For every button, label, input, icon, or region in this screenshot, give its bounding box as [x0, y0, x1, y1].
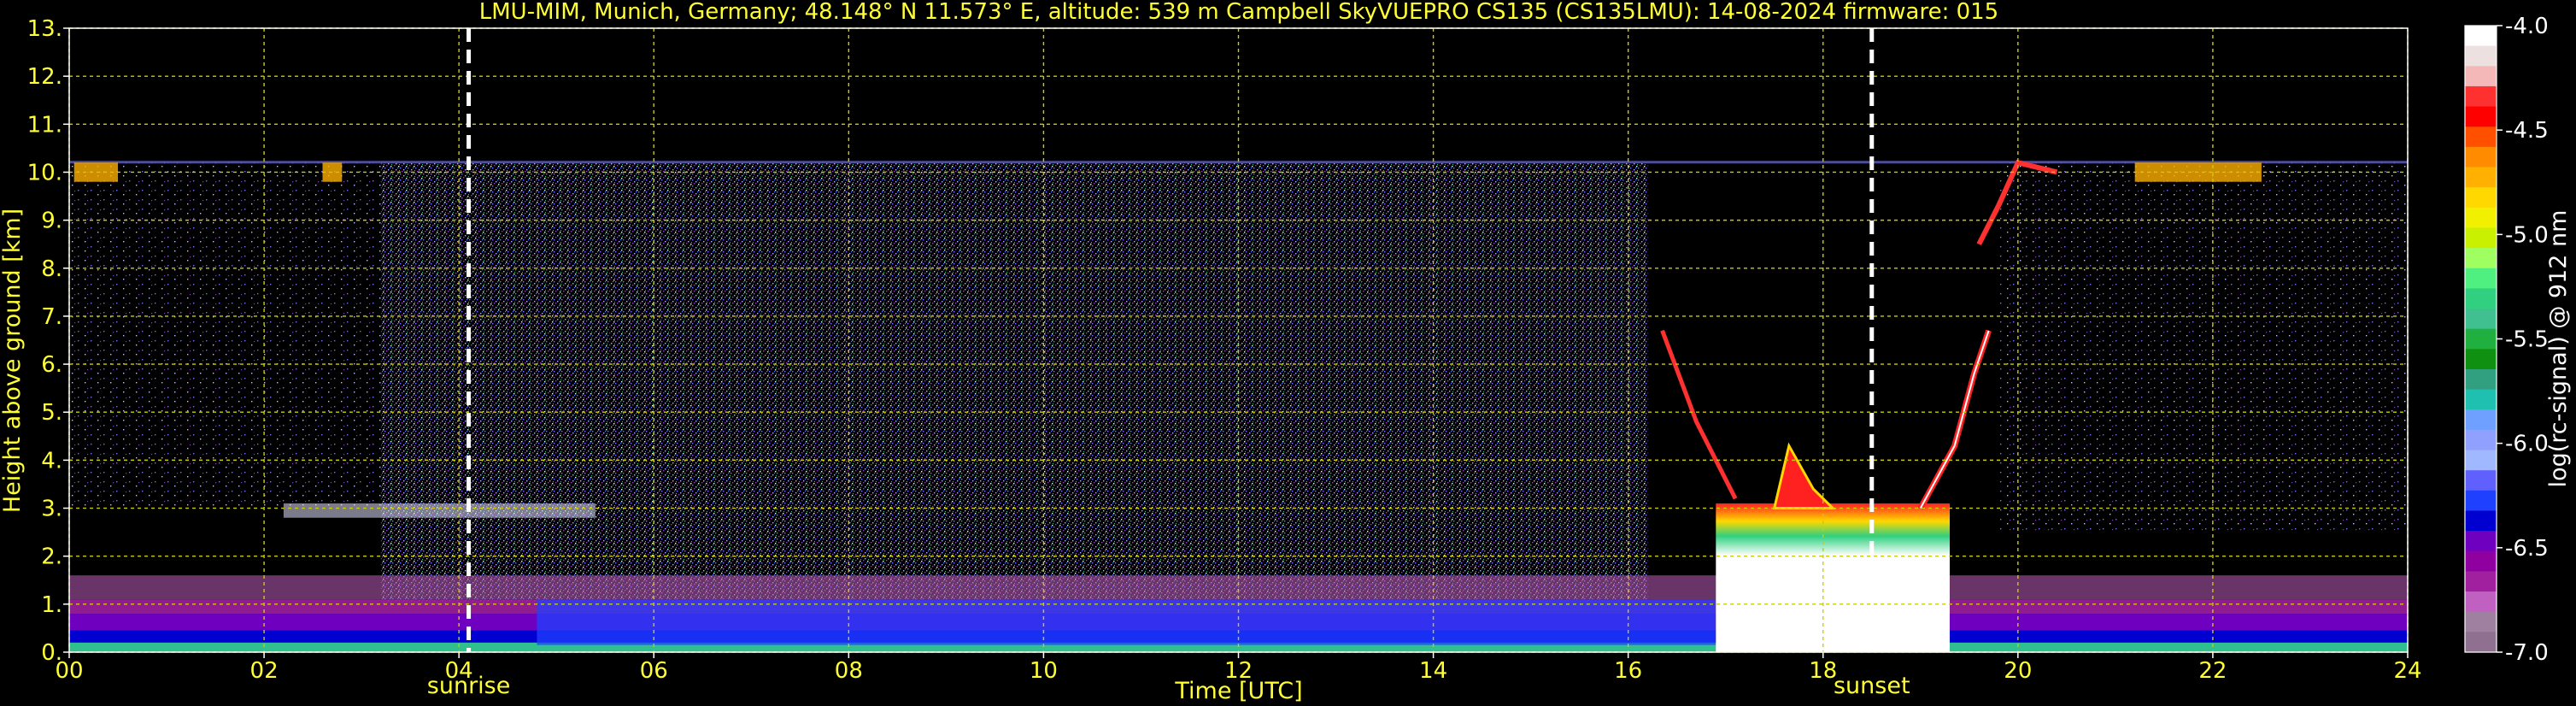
- colorbar-swatch: [2465, 550, 2497, 573]
- colorbar-swatch: [2465, 66, 2497, 87]
- colorbar-swatch: [2465, 106, 2497, 127]
- colorbar-tick-label: -7.0: [2505, 640, 2549, 666]
- y-tick-label: 10.: [27, 160, 62, 185]
- colorbar-swatch: [2465, 126, 2497, 148]
- x-tick-label: 12: [1224, 658, 1253, 684]
- mixing-layer: [537, 599, 1716, 645]
- ceilometer-chart: LMU-MIM, Munich, Germany; 48.148° N 11.5…: [0, 0, 2572, 704]
- colorbar-swatch: [2465, 389, 2497, 410]
- y-axis-label: Height above ground [km]: [0, 209, 26, 513]
- colorbar-swatch: [2465, 207, 2497, 229]
- colorbar-swatch: [2465, 45, 2497, 67]
- colorbar-swatch: [2465, 349, 2497, 370]
- x-tick-labels: 00 02 04 06 08 10 12 14 16 18 20 22 24: [55, 652, 2422, 684]
- colorbar-swatch: [2465, 591, 2497, 613]
- x-tick-label: 02: [250, 658, 279, 684]
- colorbar-tick-label: -6.5: [2505, 536, 2549, 562]
- convective-cloud: [1716, 503, 1951, 652]
- colorbar-tick-label: -6.0: [2505, 432, 2549, 457]
- colorbar-swatch: [2465, 531, 2497, 552]
- colorbar-swatch: [2465, 167, 2497, 188]
- colorbar-swatch: [2465, 632, 2497, 653]
- x-tick-label: 22: [2198, 658, 2227, 684]
- colorbar-tick-label: -4.0: [2505, 14, 2549, 39]
- x-tick-label: 08: [835, 658, 863, 684]
- colorbar-tick-label: -4.5: [2505, 118, 2549, 144]
- colorbar-swatch: [2465, 470, 2497, 491]
- sunrise-label: sunrise: [427, 673, 511, 699]
- y-tick-label: 3.: [41, 497, 62, 522]
- colorbar-tick-label: -5.0: [2505, 222, 2549, 248]
- colorbar-swatch: [2465, 368, 2497, 391]
- colorbar-swatch: [2465, 288, 2497, 309]
- colorbar-swatch: [2465, 248, 2497, 269]
- colorbar-swatch: [2465, 328, 2497, 350]
- y-tick-label: 13.: [27, 16, 62, 42]
- colorbar: -4.0 -4.5 -5.0 -5.5 -6.0 -6.5 -7.0: [2464, 14, 2549, 666]
- colorbar-swatch: [2465, 429, 2497, 451]
- x-tick-label: 14: [1419, 658, 1447, 684]
- plot-area: [68, 27, 2409, 653]
- chart-title: LMU-MIM, Munich, Germany; 48.148° N 11.5…: [479, 0, 1998, 25]
- morning-cloud-layer: [283, 503, 596, 518]
- colorbar-swatch: [2465, 510, 2497, 532]
- y-tick-label: 12.: [27, 64, 62, 90]
- colorbar-label: log(rc-signal) @ 912 nm: [2545, 210, 2572, 488]
- y-tick-label: 4.: [41, 448, 62, 474]
- colorbar-swatch: [2465, 26, 2497, 47]
- y-tick-label: 5.: [41, 400, 62, 426]
- x-tick-label: 20: [2004, 658, 2032, 684]
- y-tick-label: 7.: [41, 304, 62, 330]
- y-tick-label: 11.: [27, 112, 62, 138]
- colorbar-tick-label: -5.5: [2505, 327, 2549, 353]
- x-tick-label: 10: [1030, 658, 1058, 684]
- colorbar-swatch: [2465, 187, 2497, 209]
- noise-field-night: [69, 162, 381, 509]
- y-tick-label: 1.: [41, 592, 62, 618]
- x-tick-label: 24: [2393, 658, 2421, 684]
- noise-field-evening: [1998, 162, 2408, 532]
- colorbar-swatch: [2465, 409, 2497, 431]
- y-tick-label: 6.: [41, 352, 62, 378]
- x-tick-label: 06: [640, 658, 668, 684]
- colorbar-swatch: [2465, 611, 2497, 632]
- y-tick-label: 9.: [41, 209, 62, 234]
- colorbar-swatch: [2465, 85, 2497, 108]
- x-tick-label: 16: [1614, 658, 1642, 684]
- colorbar-swatch: [2465, 450, 2497, 471]
- y-tick-label: 8.: [41, 256, 62, 282]
- colorbar-swatch: [2465, 571, 2497, 592]
- colorbar-swatch: [2465, 268, 2497, 289]
- sunset-label: sunset: [1834, 673, 1910, 699]
- colorbar-swatch: [2465, 490, 2497, 512]
- noise-field-day: [380, 162, 1648, 604]
- y-tick-label: 0.: [41, 640, 62, 666]
- colorbar-swatch: [2465, 227, 2497, 249]
- colorbar-swatch: [2465, 146, 2497, 168]
- colorbar-swatch: [2465, 309, 2497, 330]
- y-tick-label: 2.: [41, 544, 62, 570]
- y-tick-labels: 0. 1. 2. 3. 4. 5. 6. 7. 8. 9. 10. 11. 12. 13.: [27, 16, 69, 666]
